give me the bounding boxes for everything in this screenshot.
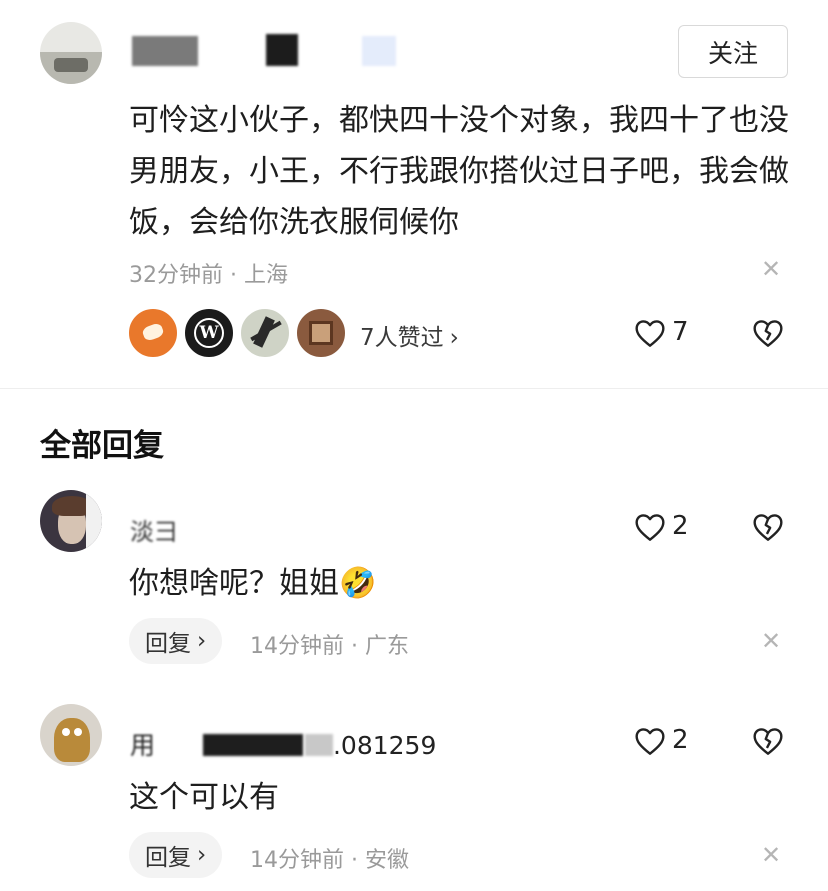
- post-location: 上海: [244, 263, 289, 288]
- liker-avatar-2[interactable]: W: [182, 306, 236, 360]
- heart-outline-icon[interactable]: [634, 512, 666, 542]
- reply-2-text: 这个可以有: [129, 780, 279, 815]
- reply-1-avatar[interactable]: [40, 490, 102, 552]
- broken-heart-icon[interactable]: [752, 726, 784, 756]
- post-text: 可怜这小伙子，都快四十没个对象，我四十了也没男朋友，小王，不行我跟你搭伙过日子吧…: [129, 103, 789, 240]
- username-redacted-block: [202, 734, 303, 756]
- reply-2-like-count: 2: [672, 725, 689, 755]
- heart-outline-icon[interactable]: [634, 318, 666, 348]
- laughing-emoji-icon: 🤣: [339, 566, 377, 601]
- follow-button[interactable]: 关注: [678, 25, 788, 78]
- chevron-right-icon: ›: [197, 842, 207, 868]
- reply-1-like-count: 2: [672, 511, 689, 541]
- reply-1-text: 你想啥呢？姐姐🤣: [129, 566, 377, 601]
- reply-1-meta: 14分钟前 · 广东: [250, 634, 409, 659]
- post-time: 32分钟前: [129, 263, 223, 288]
- chevron-right-icon: ›: [197, 628, 207, 654]
- reply-button[interactable]: 回复 ›: [129, 618, 223, 664]
- reply-2-username[interactable]: 用 .081259: [130, 726, 436, 762]
- post-author-avatar[interactable]: [40, 22, 102, 84]
- broken-heart-icon[interactable]: [752, 318, 784, 348]
- post-author-name-redacted-2: [266, 34, 298, 66]
- reply-2-meta: 14分钟前 · 安徽: [250, 848, 409, 873]
- username-redacted-block-2: [304, 734, 333, 756]
- heart-outline-icon[interactable]: [634, 726, 666, 756]
- reply-2-avatar[interactable]: [40, 704, 102, 766]
- close-icon[interactable]: ✕: [761, 841, 781, 869]
- section-title: 全部回复: [40, 428, 164, 464]
- section-divider: [0, 388, 828, 389]
- liker-avatar-3[interactable]: [238, 306, 292, 360]
- broken-heart-icon[interactable]: [752, 512, 784, 542]
- close-icon[interactable]: ✕: [761, 255, 781, 283]
- liker-avatar-1[interactable]: [126, 306, 180, 360]
- post-meta: 32分钟前 · 上海: [129, 257, 288, 289]
- meta-separator: ·: [230, 263, 244, 288]
- close-icon[interactable]: ✕: [761, 627, 781, 655]
- post-like-count: 7: [672, 317, 689, 347]
- reply-button[interactable]: 回复 ›: [129, 832, 223, 878]
- liker-avatar-4[interactable]: [294, 306, 348, 360]
- post-author-name-redacted[interactable]: [132, 36, 198, 66]
- likers-link[interactable]: 7人赞过 ›: [360, 318, 459, 352]
- chevron-right-icon: ›: [449, 325, 459, 351]
- reply-1-username[interactable]: 淡⺕: [130, 512, 178, 547]
- post-author-name-redacted-3: [362, 36, 396, 66]
